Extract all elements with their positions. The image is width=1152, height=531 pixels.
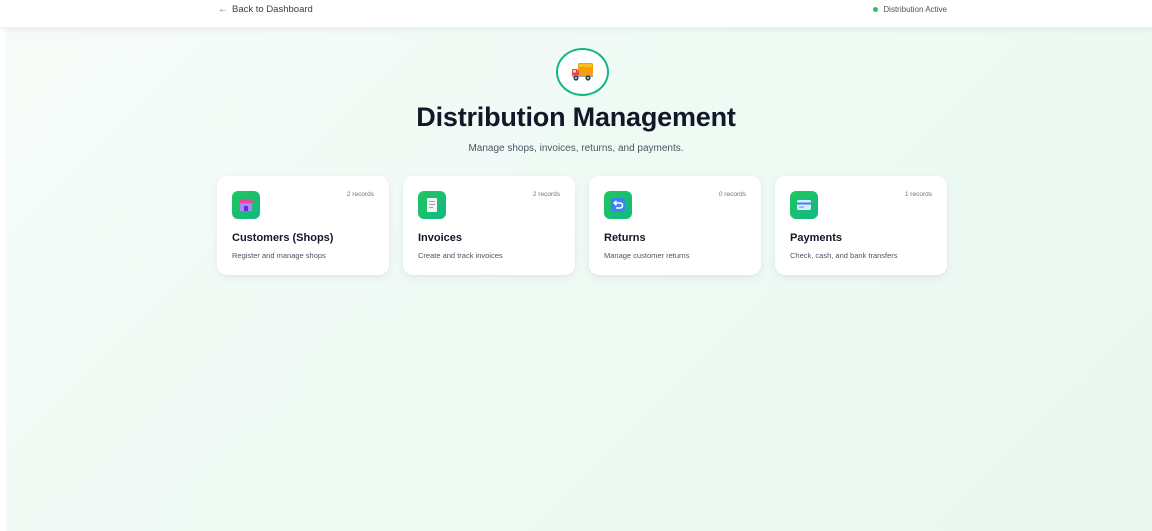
delivery-truck-icon — [556, 48, 609, 96]
status-dot-icon — [873, 7, 879, 12]
card-description: Register and manage shops — [232, 251, 326, 260]
page-title: Distribution Management — [416, 102, 736, 132]
left-edge-strip — [0, 0, 6, 531]
status-indicator: Distribution Active — [873, 5, 947, 14]
invoice-icon — [418, 191, 446, 219]
back-link-label: Back to Dashboard — [232, 4, 313, 15]
record-count: 2 records — [532, 191, 560, 198]
record-count: 2 records — [346, 191, 374, 198]
card-title: Customers (Shops) — [232, 232, 334, 244]
module-cards: 2 records Customers (Shops) Register and… — [217, 176, 947, 275]
payments-card[interactable]: 1 records Payments Check, cash, and bank… — [775, 176, 947, 275]
card-description: Manage customer returns — [604, 251, 690, 260]
customers-card[interactable]: 2 records Customers (Shops) Register and… — [217, 176, 389, 275]
invoices-card[interactable]: 2 records Invoices Create and track invo… — [403, 176, 575, 275]
shop-icon — [232, 191, 260, 219]
card-description: Create and track invoices — [418, 251, 503, 260]
card-title: Returns — [604, 232, 646, 244]
page-subtitle: Manage shops, invoices, returns, and pay… — [468, 143, 684, 154]
top-bar: ← Back to Dashboard Distribution Active — [0, 0, 1152, 28]
status-label: Distribution Active — [883, 5, 947, 14]
returns-card[interactable]: 0 records Returns Manage customer return… — [589, 176, 761, 275]
back-arrow-icon: ← — [218, 4, 228, 15]
card-description: Check, cash, and bank transfers — [790, 251, 898, 260]
card-title: Invoices — [418, 232, 463, 244]
back-to-dashboard-link[interactable]: ← Back to Dashboard — [218, 4, 313, 15]
credit-card-icon — [790, 191, 818, 219]
return-arrow-icon — [604, 191, 632, 219]
record-count: 1 records — [904, 191, 932, 198]
card-title: Payments — [790, 232, 842, 244]
record-count: 0 records — [718, 191, 746, 198]
